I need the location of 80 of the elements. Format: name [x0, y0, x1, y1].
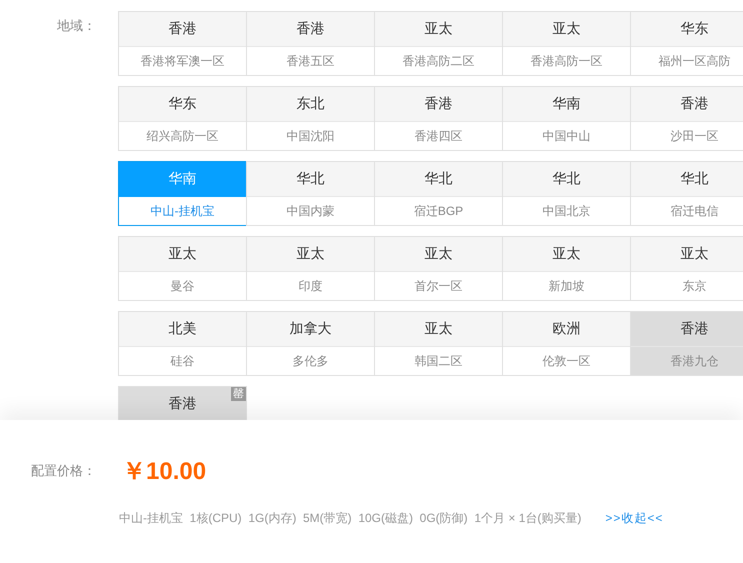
area-label: 亚太 — [119, 237, 246, 272]
area-label: 亚太 — [375, 312, 502, 347]
area-label: 北美 — [119, 312, 246, 347]
sold-out-badge: 罄 — [231, 387, 246, 401]
region-option[interactable]: 亚太 香港高防二区 — [374, 11, 503, 76]
area-label: 华北 — [375, 162, 502, 197]
area-label: 华南 — [119, 162, 246, 197]
collapse-link[interactable]: >>收起<< — [605, 510, 664, 527]
area-label: 香港 — [375, 87, 502, 122]
region-option[interactable]: 亚太 东京 — [630, 236, 743, 301]
region-option[interactable]: 亚太 曼谷 — [118, 236, 247, 301]
region-name: 宿迁电信 — [670, 202, 720, 220]
region-option[interactable]: 香港 沙田一区 — [630, 86, 743, 151]
region-option[interactable]: 华南 中国中山 — [502, 86, 631, 151]
region-option[interactable]: 华北 中国内蒙 — [246, 161, 375, 226]
region-name: 新加坡 — [548, 278, 586, 294]
region-option[interactable]: 亚太 香港高防一区 — [502, 11, 631, 76]
area-label: 香港 — [631, 87, 743, 122]
area-label: 亚太 — [375, 237, 502, 272]
region-option[interactable]: 欧洲 伦敦一区 — [502, 311, 631, 376]
region-option[interactable]: 香港 香港九仓 — [630, 311, 743, 376]
region-name: 中国沈阳 — [286, 128, 336, 144]
region-option[interactable]: 亚太 印度 — [246, 236, 375, 301]
region-name: 香港将军澳一区 — [140, 52, 226, 70]
area-label: 欧洲 — [503, 312, 630, 347]
region-name: 沙田一区 — [670, 128, 720, 144]
region-option[interactable]: 华东 福州一区高防 — [630, 11, 743, 76]
region-option[interactable]: 华北 宿迁电信 — [630, 161, 743, 226]
area-label: 加拿大 — [247, 312, 374, 347]
region-name: 韩国二区 — [414, 352, 464, 370]
area-label: 华南 — [503, 87, 630, 122]
region-name: 曼谷 — [170, 278, 196, 294]
region-label: 地域： — [56, 17, 97, 35]
region-name: 东京 — [682, 278, 708, 294]
area-label: 华北 — [247, 162, 374, 197]
price-label: 配置价格： — [30, 462, 96, 480]
region-option[interactable]: 加拿大 多伦多 — [246, 311, 375, 376]
area-label: 亚太 — [503, 237, 630, 272]
region-name: 香港高防一区 — [530, 52, 604, 70]
area-label: 亚太 — [247, 237, 374, 272]
region-name: 多伦多 — [292, 352, 330, 370]
region-name: 福州一区高防 — [658, 52, 732, 70]
region-name: 中山-挂机宝 — [150, 202, 216, 220]
area-label: 亚太 — [375, 12, 502, 47]
region-name: 首尔一区 — [414, 278, 464, 294]
region-option[interactable]: 北美 硅谷 — [118, 311, 247, 376]
area-label: 华北 — [503, 162, 630, 197]
area-label: 香港 — [247, 12, 374, 47]
region-name: 香港九仓 — [670, 352, 720, 370]
region-name: 中国北京 — [542, 202, 592, 220]
region-option[interactable]: 香港 香港四区 — [374, 86, 503, 151]
area-label: 亚太 — [631, 237, 743, 272]
region-option[interactable]: 亚太 韩国二区 — [374, 311, 503, 376]
region-name: 香港四区 — [414, 128, 464, 144]
config-summary: 中山-挂机宝 1核(CPU) 1G(内存) 5M(带宽) 10G(磁盘) 0G(防御) 1个月 × 1台(购买量) — [119, 510, 582, 527]
region-name: 香港高防二区 — [402, 52, 476, 70]
region-name: 硅谷 — [170, 352, 196, 370]
price-value: ￥10.00 — [122, 457, 206, 487]
area-label: 东北 — [247, 87, 374, 122]
area-label: 华东 — [631, 12, 743, 47]
area-label: 华北 — [631, 162, 743, 197]
area-label: 华东 — [119, 87, 246, 122]
region-option[interactable]: 华北 宿迁BGP — [374, 161, 503, 226]
region-option[interactable]: 东北 中国沈阳 — [246, 86, 375, 151]
region-name: 宿迁BGP — [412, 202, 464, 220]
region-option[interactable]: 华北 中国北京 — [502, 161, 631, 226]
region-option[interactable]: 香港 香港五区 — [246, 11, 375, 76]
region-option[interactable]: 香港 罄 — [118, 386, 247, 420]
region-option[interactable]: 香港 香港将军澳一区 — [118, 11, 247, 76]
region-name: 香港五区 — [286, 52, 336, 70]
region-option[interactable]: 亚太 首尔一区 — [374, 236, 503, 301]
area-label: 亚太 — [503, 12, 630, 47]
region-name: 中国内蒙 — [286, 202, 336, 220]
region-name: 伦敦一区 — [542, 352, 592, 370]
region-name: 印度 — [298, 278, 324, 294]
region-name: 绍兴高防一区 — [146, 128, 220, 144]
region-option[interactable]: 华东 绍兴高防一区 — [118, 86, 247, 151]
region-option[interactable]: 亚太 新加坡 — [502, 236, 631, 301]
area-label: 香港 — [119, 12, 246, 47]
region-name: 中国中山 — [542, 128, 592, 144]
